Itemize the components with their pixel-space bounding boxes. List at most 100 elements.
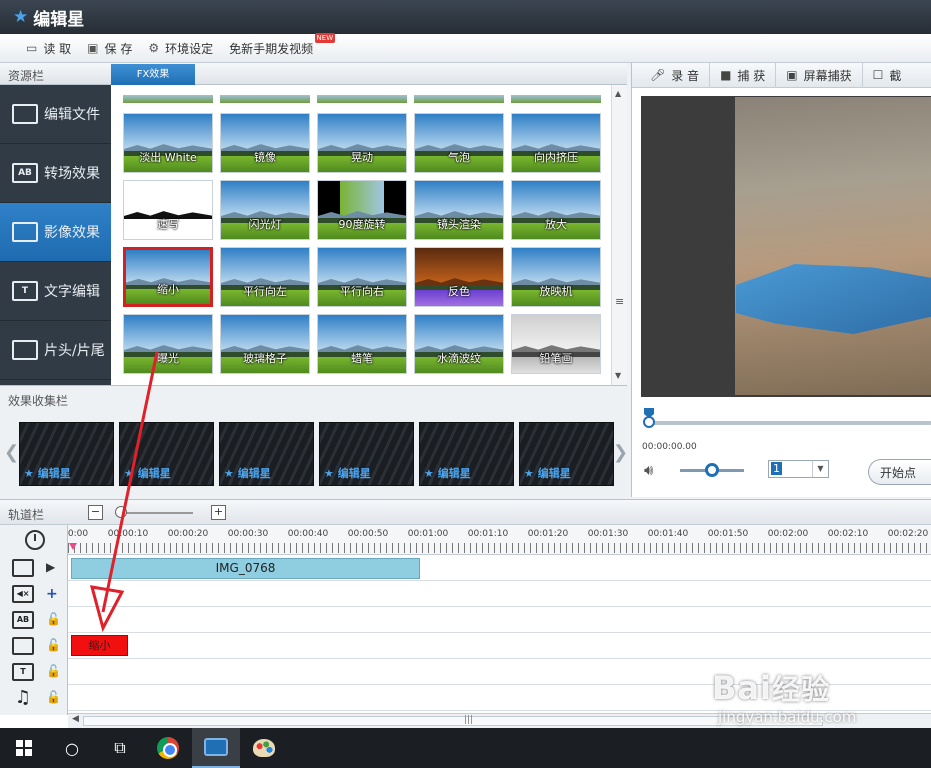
resource-header: 资源栏 FX效果 (0, 63, 627, 85)
playhead-icon[interactable] (69, 543, 77, 550)
chrome-button[interactable] (144, 728, 192, 768)
speed-select[interactable]: 1 ▼ (768, 460, 829, 478)
volume-knob[interactable] (705, 463, 719, 477)
lock-open-icon[interactable]: 🔓 (46, 664, 61, 678)
effect-thumb[interactable]: 速写 (123, 180, 213, 240)
effect-thumb[interactable]: 晃动 (317, 113, 407, 173)
scroll-up-icon[interactable]: ▲ (615, 89, 621, 98)
zoom-out-button[interactable]: − (88, 505, 103, 520)
effect-label: 铅笔画 (539, 352, 573, 365)
nav-item-opening-ending[interactable]: 片头/片尾 (0, 321, 111, 380)
effect-thumb[interactable]: 放大 (511, 180, 601, 240)
collection-prev-icon[interactable]: ❮ (4, 442, 19, 463)
nav-item-edit-file[interactable]: 编辑文件 (0, 85, 111, 144)
fx-clip[interactable]: 缩小 (71, 635, 128, 656)
preview-panel: 🎤︎ 录 音 ■ 捕 获 ▣ 屏幕捕获 ☐ 截 00:00:00.00 🔊︎ 1… (631, 62, 931, 497)
nav-item-transition[interactable]: AB 转场效果 (0, 144, 111, 203)
video-editor-button[interactable] (192, 728, 240, 768)
expand-track-icon[interactable]: ▶ (46, 560, 55, 574)
start-point-button[interactable]: 开始点 (868, 459, 931, 485)
record-audio-label: 录 音 (671, 68, 700, 83)
star-icon: ★ (13, 7, 29, 27)
cortana-button[interactable]: ○ (48, 728, 96, 768)
lock-open-icon[interactable]: 🔓 (46, 638, 61, 652)
zoom-in-button[interactable]: + (211, 505, 226, 520)
effect-thumb[interactable]: 镜头渲染 (414, 180, 504, 240)
chevron-down-icon[interactable]: ▼ (812, 461, 828, 477)
task-view-button[interactable]: ⧉ (96, 728, 144, 768)
video-clip[interactable]: IMG_0768 (71, 558, 420, 579)
scroll-down-icon[interactable]: ▼ (615, 371, 621, 380)
open-button[interactable]: ▭ 读 取 (26, 40, 71, 57)
effect-thumb[interactable]: 90度旋转 (317, 180, 407, 240)
app-title: 编辑星 (33, 9, 85, 30)
effect-thumb[interactable]: 水滴波纹 (414, 314, 504, 374)
transition-ab-icon: AB (12, 163, 38, 183)
add-track-icon[interactable]: + (46, 586, 58, 602)
fx-track[interactable] (68, 633, 931, 659)
collection-item[interactable]: ★ 编辑星 (419, 422, 514, 486)
paint-icon (253, 739, 275, 757)
seek-bar[interactable] (646, 421, 931, 425)
effect-thumb[interactable]: 蜡笔 (317, 314, 407, 374)
seek-knob[interactable] (643, 416, 655, 428)
text-track-icon: T (12, 663, 34, 681)
effect-thumb[interactable]: 闪光灯 (220, 180, 310, 240)
timecode: 00:00:00.00 (642, 442, 697, 452)
screen-capture-button[interactable]: ▣ 屏幕捕获 (776, 62, 863, 88)
microphone-icon: 🎤︎ (650, 68, 666, 82)
save-button[interactable]: ▣ 保 存 (87, 40, 132, 57)
publish-video-button[interactable]: 免新手期发视频 NEW (229, 32, 336, 57)
effect-label: 气泡 (448, 151, 470, 164)
transition-track[interactable] (68, 607, 931, 633)
collection-item-label: ★ 编辑星 (324, 467, 371, 480)
nav-item-image-effect[interactable]: 影像效果 (0, 203, 111, 262)
windows-start-button[interactable] (0, 728, 48, 768)
collection-item[interactable]: ★ 编辑星 (319, 422, 414, 486)
ruler-tick-label: 00:01:30 (587, 529, 629, 539)
zoom-knob[interactable] (115, 506, 127, 518)
settings-button[interactable]: ⚙ 环境设定 (148, 40, 213, 57)
time-ruler[interactable]: 0:00 00:00:10 00:00:20 00:00:30 00:00:40 00:0… (68, 525, 931, 555)
effect-thumb[interactable]: 镜像 (220, 113, 310, 173)
tab-fx-effects[interactable]: FX效果 (111, 64, 195, 85)
effect-thumb[interactable]: 淡出 White (123, 113, 213, 173)
record-audio-button[interactable]: 🎤︎ 录 音 (632, 62, 711, 88)
snapshot-button[interactable]: ☐ 截 (863, 63, 912, 88)
effect-label: 镜头渲染 (437, 218, 481, 231)
audio-track[interactable] (68, 581, 931, 607)
capture-label: 捕 获 (737, 68, 766, 83)
effect-thumb[interactable]: 放映机 (511, 247, 601, 307)
cortana-icon: ○ (65, 738, 79, 758)
effect-label: 闪光灯 (248, 218, 282, 231)
ruler-tick-label: 00:00:30 (227, 529, 269, 539)
capture-button[interactable]: ■ 捕 获 (710, 62, 777, 88)
collection-next-icon[interactable]: ❯ (613, 442, 628, 463)
partial-thumb (414, 95, 504, 103)
collection-item[interactable]: ★ 编辑星 (519, 422, 614, 486)
capture-toolbar: 🎤︎ 录 音 ■ 捕 获 ▣ 屏幕捕获 ☐ 截 (632, 62, 931, 88)
effect-thumb[interactable]: 缩小 (123, 247, 213, 307)
scroll-left-icon[interactable]: ◀ (72, 714, 79, 724)
ruler-ticks (68, 543, 931, 553)
collection-item[interactable]: ★ 编辑星 (219, 422, 314, 486)
effect-label: 镜像 (254, 151, 276, 164)
effect-thumb[interactable]: 平行向右 (317, 247, 407, 307)
speaker-icon[interactable]: 🔊︎ (644, 461, 653, 479)
effects-scrollbar[interactable]: ▲ ≡ ▼ (611, 85, 627, 385)
collection-item[interactable]: ★ 编辑星 (119, 422, 214, 486)
collection-item-label: ★ 编辑星 (24, 467, 71, 480)
effect-thumb[interactable]: 玻璃格子 (220, 314, 310, 374)
ruler-tick-label: 00:02:00 (767, 529, 809, 539)
lock-open-icon[interactable]: 🔓 (46, 690, 61, 704)
nav-item-text-edit[interactable]: T 文字编辑 (0, 262, 111, 321)
effect-thumb[interactable]: 向内挤压 (511, 113, 601, 173)
effect-thumb[interactable]: 平行向左 (220, 247, 310, 307)
effect-thumb[interactable]: 曝光 (123, 314, 213, 374)
lock-open-icon[interactable]: 🔓 (46, 612, 61, 626)
paint-button[interactable] (240, 728, 288, 768)
effect-thumb[interactable]: 铅笔画 (511, 314, 601, 374)
effect-thumb[interactable]: 气泡 (414, 113, 504, 173)
effect-thumb[interactable]: 反色 (414, 247, 504, 307)
collection-item[interactable]: ★ 编辑星 (19, 422, 114, 486)
